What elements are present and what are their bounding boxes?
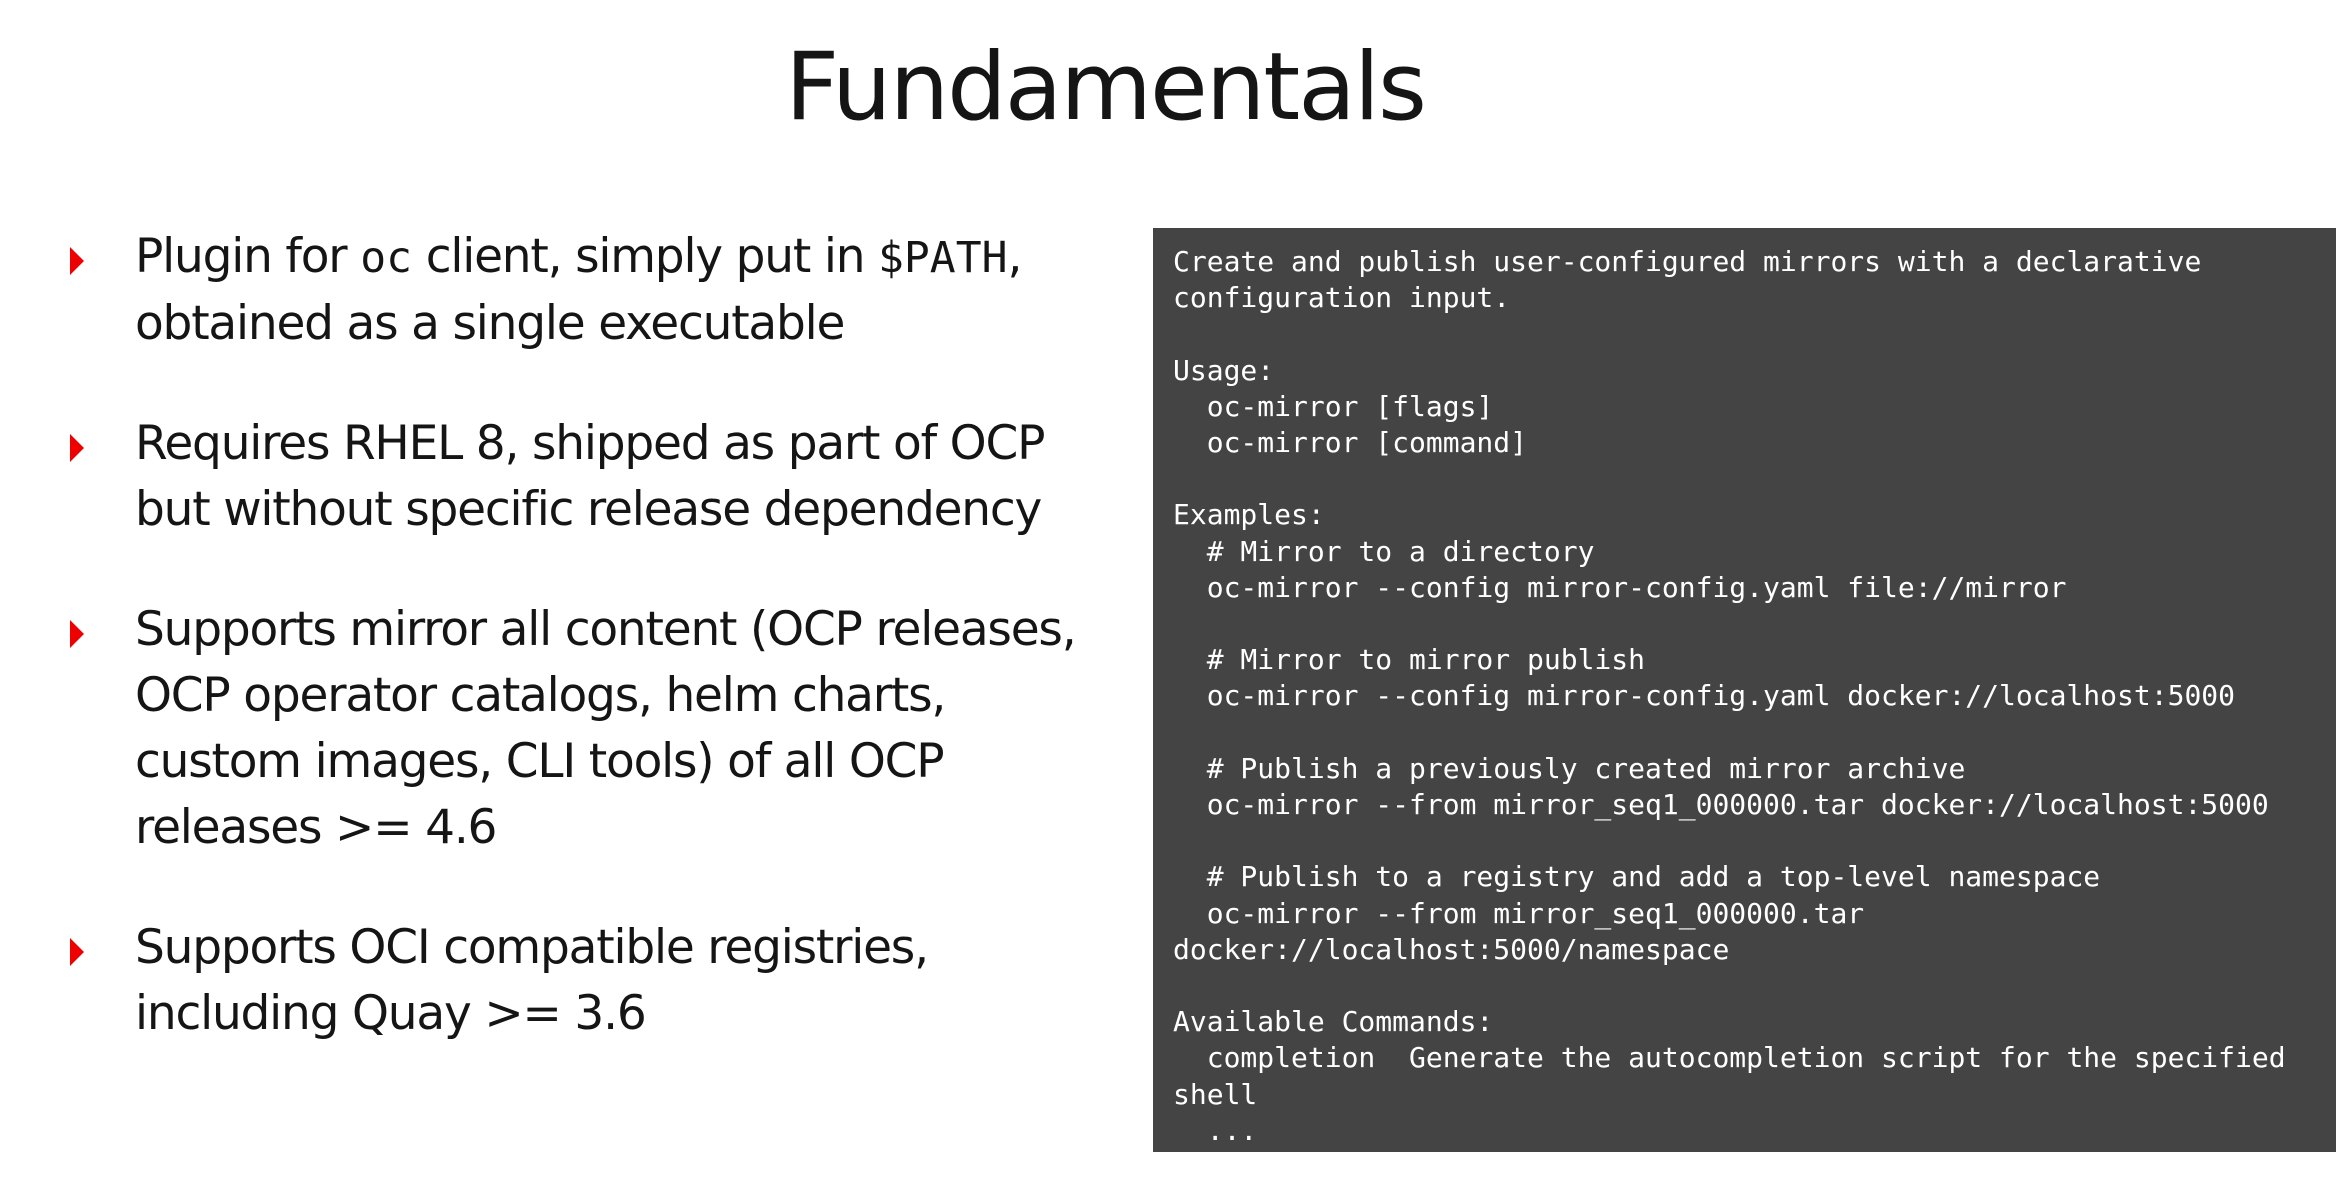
bullet-item-content-support: Supports mirror all content (OCP release…	[60, 597, 1100, 861]
caret-right-icon	[70, 247, 84, 275]
bullet-item-plugin: Plugin for oc client, simply put in $PAT…	[60, 224, 1100, 357]
bullet-text: client, simply put in	[411, 229, 879, 284]
bullet-text: Plugin for	[135, 229, 361, 284]
terminal-text: Create and publish user-configured mirro…	[1173, 245, 2286, 1147]
terminal-output: Create and publish user-configured mirro…	[1153, 228, 2336, 1152]
slide: Fundamentals Plugin for oc client, simpl…	[0, 0, 2346, 1178]
caret-right-icon	[70, 434, 84, 462]
bullet-text: Supports OCI compatible registries, incl…	[135, 920, 929, 1041]
bullet-text: Supports mirror all content (OCP release…	[135, 602, 1077, 855]
inline-code-path: $PATH	[878, 233, 1008, 283]
caret-right-icon	[70, 620, 84, 648]
caret-right-icon	[70, 938, 84, 966]
bullet-text: Requires RHEL 8, shipped as part of OCP …	[135, 416, 1045, 537]
inline-code-oc: oc	[360, 233, 412, 283]
bullet-item-registry-support: Supports OCI compatible registries, incl…	[60, 915, 1100, 1047]
bullet-item-requirements: Requires RHEL 8, shipped as part of OCP …	[60, 411, 1100, 543]
slide-title: Fundamentals	[785, 33, 1427, 142]
bullet-list: Plugin for oc client, simply put in $PAT…	[60, 224, 1100, 1101]
